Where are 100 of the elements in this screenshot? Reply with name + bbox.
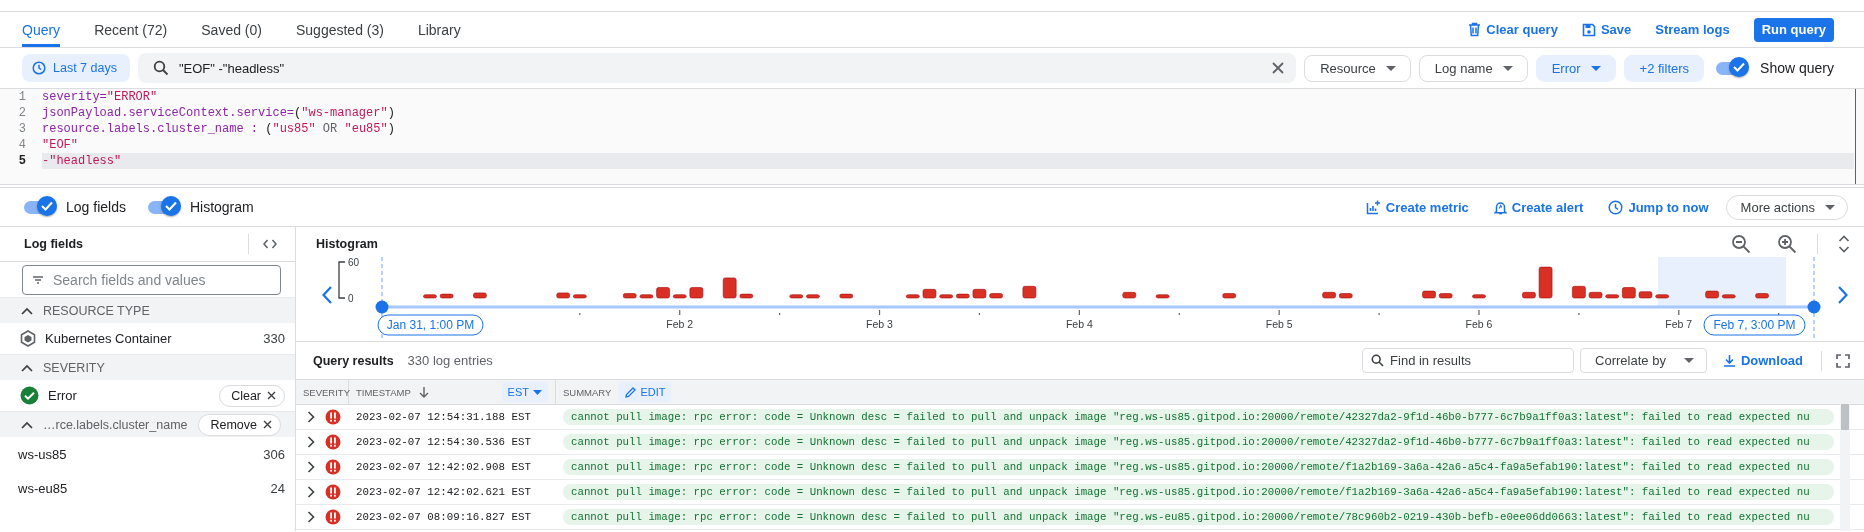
histogram-bar[interactable] — [1322, 292, 1336, 299]
chevron-up-icon[interactable] — [21, 420, 33, 429]
histogram-bar[interactable] — [972, 289, 987, 299]
toggle-switch[interactable] — [1716, 57, 1751, 79]
histogram-bar[interactable] — [1022, 286, 1037, 299]
histogram-bar[interactable] — [1622, 287, 1636, 299]
histogram-bar[interactable] — [622, 293, 637, 299]
toolbar-button[interactable]: Clear query — [1468, 22, 1558, 37]
expand-icon[interactable] — [307, 411, 315, 423]
zoom-out-icon[interactable] — [1731, 233, 1751, 254]
histogram-bar[interactable] — [922, 289, 937, 299]
histogram-bar[interactable] — [906, 294, 920, 299]
close-icon[interactable] — [1272, 62, 1285, 74]
histogram-bar[interactable] — [556, 292, 570, 299]
remove-button[interactable]: Remove — [198, 413, 281, 436]
field-value[interactable]: Kubernetes Container — [45, 331, 255, 346]
histogram-bar[interactable] — [1721, 294, 1736, 299]
expand-icon[interactable] — [307, 486, 315, 498]
histogram-bar[interactable] — [1472, 294, 1486, 299]
histogram-bar[interactable] — [1655, 294, 1669, 299]
histogram-bar[interactable] — [439, 293, 454, 299]
log-summary[interactable]: cannot pull image: rpc error: code = Unknown desc = failed to pull and unpack image "reg.ws-us85.gitpod.io:20000/remote/f1a2b169-3a6a-42a6-a5c4-fa9a5efab190:latest": failed to read expected nu — [563, 459, 1834, 475]
field-value[interactable]: ws-eu85 — [18, 480, 262, 496]
clear-button[interactable]: Clear — [219, 384, 285, 407]
log-summary[interactable]: cannot pull image: rpc error: code = Unknown desc = failed to pull and unpack image "reg.ws-us85.gitpod.io:20000/remote/f1a2b169-3a6a-42a6-a5c4-fa9a5efab190:latest": failed to read expected nu — [563, 484, 1834, 500]
histogram-bar[interactable] — [722, 277, 737, 299]
query-editor[interactable]: 1 severity="ERROR" 2 jsonPayload.serviceContext.service=("ws-manager") 3 resource.labels.cluster_name : ("us85" OR "eu85") 4 "EOF" 5 -"headless" — [0, 89, 1864, 185]
histogram-bar[interactable] — [1422, 290, 1436, 299]
histogram-bar[interactable] — [1588, 292, 1603, 299]
search-field[interactable]: Search fields and values — [22, 265, 281, 295]
histogram-bar[interactable] — [1638, 291, 1653, 299]
histogram-bar[interactable] — [939, 294, 953, 299]
histogram-bar[interactable] — [1705, 290, 1719, 299]
fullscreen-icon[interactable] — [1836, 353, 1850, 368]
time-range-button[interactable]: Last 7 days — [22, 54, 130, 82]
histogram-bar[interactable] — [739, 293, 754, 299]
find-field[interactable]: Find in results — [1362, 348, 1575, 373]
tab[interactable]: Suggested (3) — [296, 12, 384, 47]
histogram-bar[interactable] — [1522, 292, 1536, 299]
chevron-up-icon[interactable] — [21, 306, 33, 315]
run-query-button[interactable]: Run query — [1753, 17, 1834, 42]
scrollbar[interactable] — [1840, 404, 1850, 531]
histogram-bar[interactable] — [956, 293, 970, 299]
histogram-bar[interactable] — [639, 294, 654, 299]
histogram-bar[interactable] — [1605, 294, 1619, 299]
histogram-bar[interactable] — [473, 292, 487, 299]
histogram-bar[interactable] — [689, 287, 704, 299]
histogram-bar[interactable] — [1155, 294, 1170, 299]
zoom-in-icon[interactable] — [1777, 233, 1797, 254]
histogram-bar[interactable] — [1338, 293, 1353, 299]
expand-code-icon[interactable] — [263, 239, 277, 249]
collapse-icon[interactable] — [1838, 234, 1850, 253]
timezone-dropdown[interactable]: EST — [501, 382, 548, 402]
range-end-chip[interactable]: Feb 7, 3:00 PM — [1703, 314, 1806, 336]
histogram-bar[interactable] — [789, 294, 804, 299]
histogram-bar[interactable] — [656, 287, 670, 299]
filter-chip[interactable]: Error — [1535, 54, 1616, 82]
expand-icon[interactable] — [307, 436, 315, 448]
expand-icon[interactable] — [307, 461, 315, 473]
correlate-dropdown[interactable]: Correlate by — [1580, 348, 1707, 373]
toggle-switch[interactable] — [147, 196, 182, 218]
histogram-bar[interactable] — [573, 294, 587, 299]
tab[interactable]: Recent (72) — [94, 12, 168, 47]
chevron-up-icon[interactable] — [21, 363, 33, 372]
tab[interactable]: Library — [417, 12, 461, 47]
histogram-bar[interactable] — [1538, 266, 1553, 299]
histogram-bar[interactable] — [989, 293, 1003, 299]
toggle-switch[interactable] — [24, 196, 58, 218]
histogram-bar[interactable] — [1572, 286, 1586, 299]
arrow-down-icon[interactable] — [418, 386, 429, 398]
expand-icon[interactable] — [307, 511, 315, 523]
histogram-bar[interactable] — [1222, 293, 1236, 299]
log-summary[interactable]: cannot pull image: rpc error: code = Unknown desc = failed to pull and unpack image "reg.ws-us85.gitpod.io:20000/remote/42327da2-9f1d-46b0-b777-6c7b9a1ff0a3:latest": failed to read expected nu — [563, 434, 1834, 450]
histogram-bar[interactable] — [672, 294, 687, 299]
edit-button[interactable]: EDIT — [619, 382, 672, 402]
range-handle[interactable] — [1807, 300, 1821, 314]
range-handle[interactable] — [375, 300, 389, 314]
search-field[interactable]: "EOF" -"headless" — [137, 53, 1297, 83]
histogram-bar[interactable] — [1438, 293, 1453, 299]
histogram-bar[interactable] — [806, 294, 820, 299]
filter-chip[interactable]: Resource — [1304, 54, 1411, 82]
filter-chip[interactable]: +2 filters — [1623, 54, 1705, 82]
tab[interactable]: Saved (0) — [201, 12, 262, 47]
range-start-chip[interactable]: Jan 31, 1:00 PM — [377, 314, 484, 336]
field-value[interactable]: Error — [48, 388, 211, 403]
toolbar-button[interactable]: Stream logs — [1655, 22, 1730, 37]
histogram-bar[interactable] — [423, 294, 437, 299]
filter-chip[interactable]: Log name — [1418, 54, 1528, 82]
tab[interactable]: Query — [22, 12, 61, 47]
log-summary[interactable]: cannot pull image: rpc error: code = Unknown desc = failed to pull and unpack image "reg.ws-eu85.gitpod.io:20000/remote/78c960b2-0219-430b-befb-e0ee06dd0663:latest": failed to read expected nu — [563, 509, 1834, 525]
histogram-bar[interactable] — [1122, 292, 1137, 299]
field-value[interactable]: ws-us85 — [18, 446, 255, 462]
toolbar-button[interactable]: Create alert — [1493, 199, 1584, 215]
selected-range[interactable] — [1658, 257, 1786, 307]
download-button[interactable]: Download — [1722, 353, 1803, 368]
toolbar-button[interactable]: Create metric — [1365, 199, 1469, 215]
log-summary[interactable]: cannot pull image: rpc error: code = Unknown desc = failed to pull and unpack image "reg.ws-us85.gitpod.io:20000/remote/42327da2-9f1d-46b0-b777-6c7b9a1ff0a3:latest": failed to read expected nu — [563, 409, 1834, 425]
histogram-bar[interactable] — [1755, 293, 1769, 299]
toolbar-button[interactable]: Save — [1581, 22, 1632, 37]
toolbar-button[interactable]: Jump to now — [1608, 199, 1709, 215]
